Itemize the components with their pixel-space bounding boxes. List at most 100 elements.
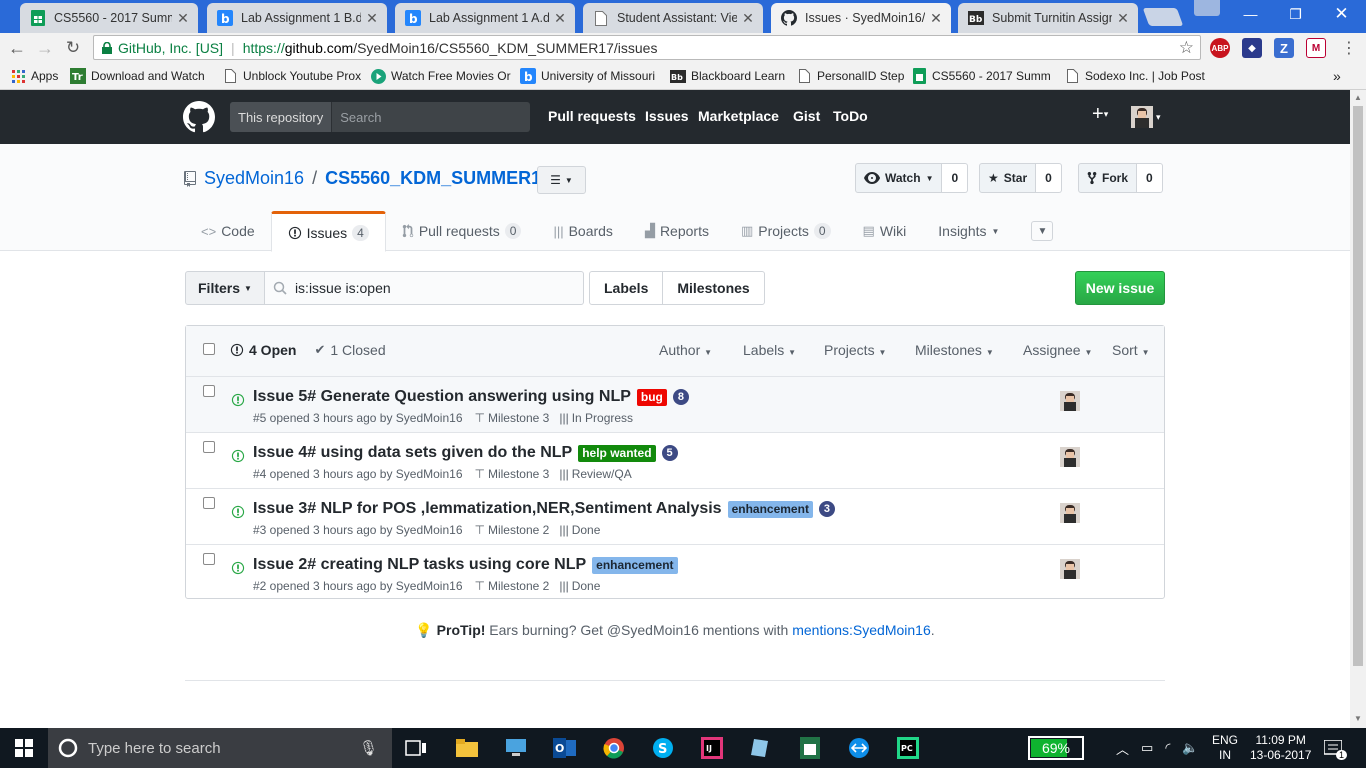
search-scope[interactable]: This repository	[230, 102, 333, 132]
browser-tab[interactable]: b Lab Assignment 1 B.doc ✕	[207, 3, 387, 33]
issue-project-column[interactable]: ||| Review/QA	[559, 467, 631, 481]
nav-pull-requests[interactable]: Pull requests	[548, 108, 636, 124]
pycharm-icon[interactable]: PC	[896, 736, 920, 760]
comment-count-badge[interactable]: 5	[661, 445, 678, 461]
star-count[interactable]: 0	[1036, 163, 1062, 193]
list-menu-button[interactable]: ☰ ▼	[537, 166, 586, 194]
site-search[interactable]: This repository Search	[230, 102, 530, 132]
skype-icon[interactable]: S	[651, 736, 675, 760]
notepad-icon[interactable]	[749, 736, 773, 760]
back-arrow-icon[interactable]: ←	[6, 37, 28, 59]
adblock-icon[interactable]: ABP	[1210, 38, 1230, 58]
issue-milestone[interactable]: ⊤ Milestone 3	[475, 411, 550, 425]
bookmark-item[interactable]: Unblock Youtube Prox	[222, 67, 361, 85]
issue-title-link[interactable]: Issue 4# using data sets given do the NL…	[253, 444, 572, 462]
action-center-icon[interactable]: 1	[1324, 728, 1348, 768]
chevron-up-icon[interactable]: ︿	[1116, 739, 1129, 758]
windows-start-icon[interactable]	[12, 736, 36, 760]
reload-icon[interactable]: ↻	[62, 37, 84, 59]
bookmark-item[interactable]: b University of Missouri	[520, 67, 655, 85]
new-tab-button[interactable]	[1142, 8, 1184, 26]
tab-code[interactable]: <> Code	[185, 211, 271, 251]
tab-insights[interactable]: Insights ▼	[922, 211, 1015, 251]
clock[interactable]: 11:09 PM 13-06-2017	[1250, 728, 1311, 768]
repo-owner-link[interactable]: SyedMoin16	[204, 168, 304, 189]
outlook-icon[interactable]: O	[553, 736, 577, 760]
issue-title-link[interactable]: Issue 5# Generate Question answering usi…	[253, 388, 631, 406]
issue-title-link[interactable]: Issue 2# creating NLP tasks using core N…	[253, 556, 586, 574]
extension-icon[interactable]: M	[1306, 38, 1326, 58]
new-issue-button[interactable]: New issue	[1075, 271, 1165, 305]
teamviewer-icon[interactable]	[847, 736, 871, 760]
issue-project-column[interactable]: ||| Done	[559, 579, 600, 593]
tab-projects[interactable]: ▥ Projects 0	[725, 211, 847, 251]
fork-button[interactable]: Fork	[1078, 163, 1138, 193]
close-tab-icon[interactable]: ✕	[929, 10, 943, 27]
create-new-plus-icon[interactable]: +▾	[1092, 103, 1108, 126]
tab-wiki[interactable]: ▤ Wiki	[847, 211, 923, 251]
filters-button[interactable]: Filters ▼	[185, 271, 265, 305]
address-bar[interactable]: GitHub, Inc. [US] | https://github.com/S…	[93, 35, 1201, 60]
chrome-icon[interactable]	[602, 736, 626, 760]
projects-filter[interactable]: Projects ▼	[824, 342, 886, 358]
issue-checkbox[interactable]	[203, 553, 215, 565]
milestones-filter[interactable]: Milestones ▼	[915, 342, 994, 358]
issue-checkbox[interactable]	[203, 441, 215, 453]
issue-milestone[interactable]: ⊤ Milestone 3	[475, 467, 550, 481]
issues-search-input[interactable]: is:issue is:open	[264, 271, 584, 305]
browser-tab[interactable]: Student Assistant: View ✕	[583, 3, 763, 33]
issue-row[interactable]: Issue 3# NLP for POS ,lemmatization,NER,…	[186, 489, 1164, 545]
bookmark-item[interactable]: Bb Blackboard Learn	[670, 67, 785, 85]
fork-count[interactable]: 0	[1137, 163, 1163, 193]
secure-badge[interactable]: GitHub, Inc. [US]	[94, 40, 223, 56]
wifi-icon[interactable]: ◜	[1165, 740, 1170, 756]
assignee-avatar[interactable]	[1060, 503, 1080, 523]
nav-issues[interactable]: Issues	[645, 108, 689, 124]
assignee-filter[interactable]: Assignee ▼	[1023, 342, 1092, 358]
issue-milestone[interactable]: ⊤ Milestone 2	[475, 579, 550, 593]
task-view-icon[interactable]	[404, 736, 428, 760]
scrollbar-thumb[interactable]	[1353, 106, 1363, 666]
assignee-avatar[interactable]	[1060, 391, 1080, 411]
star-button[interactable]: ★ Star	[979, 163, 1037, 193]
issue-row[interactable]: Issue 5# Generate Question answering usi…	[186, 377, 1164, 433]
chevron-down-icon[interactable]: ▾	[1156, 112, 1161, 123]
milestones-button[interactable]: Milestones	[663, 271, 765, 305]
bookmark-item[interactable]: Apps	[10, 67, 58, 85]
language-indicator[interactable]: ENG IN	[1212, 728, 1238, 768]
author-filter[interactable]: Author ▼	[659, 342, 712, 358]
close-tab-icon[interactable]: ✕	[176, 10, 190, 27]
avatar[interactable]	[1131, 106, 1153, 128]
battery-tray-icon[interactable]: ▭	[1141, 740, 1153, 756]
file-explorer-icon[interactable]	[455, 736, 479, 760]
more-bookmarks-icon[interactable]: »	[1333, 67, 1341, 85]
sheets-icon[interactable]	[798, 736, 822, 760]
close-tab-icon[interactable]: ✕	[553, 10, 567, 27]
issue-checkbox[interactable]	[203, 497, 215, 509]
bookmark-item[interactable]: CS5560 - 2017 Summ	[911, 67, 1051, 85]
bookmark-item[interactable]: Watch Free Movies Or	[370, 67, 511, 85]
taskbar-search[interactable]: Type here to search 🎙	[48, 728, 392, 768]
issue-title-link[interactable]: Issue 3# NLP for POS ,lemmatization,NER,…	[253, 500, 722, 518]
nav-todo[interactable]: ToDo	[833, 108, 868, 124]
watch-count[interactable]: 0	[942, 163, 969, 193]
github-logo-icon[interactable]	[183, 101, 215, 133]
close-tab-icon[interactable]: ✕	[1116, 10, 1130, 27]
volume-icon[interactable]: 🔈	[1182, 740, 1198, 756]
tab-issues[interactable]: Issues 4	[270, 211, 386, 252]
bookmark-item[interactable]: Tr Download and Watch	[70, 67, 205, 85]
tab-pull-requests[interactable]: Pull requests 0	[386, 211, 538, 251]
page-scrollbar[interactable]: ▲ ▼	[1350, 90, 1366, 728]
issue-project-column[interactable]: ||| Done	[559, 523, 600, 537]
maximize-icon[interactable]: ❐	[1273, 0, 1318, 28]
browser-tab[interactable]: Bb Submit Turnitin Assignm ✕	[958, 3, 1138, 33]
menu-kebab-icon[interactable]: ⋮	[1338, 37, 1360, 59]
repo-name-link[interactable]: CS5560_KDM_SUMMER17	[325, 168, 551, 189]
browser-tab[interactable]: CS5560 - 2017 Summer ✕	[20, 3, 198, 33]
issue-project-column[interactable]: ||| In Progress	[559, 411, 633, 425]
nav-marketplace[interactable]: Marketplace	[698, 108, 779, 124]
extension-icon[interactable]: ◆	[1242, 38, 1262, 58]
bookmark-star-icon[interactable]: ☆	[1179, 38, 1194, 58]
profile-icon[interactable]	[1194, 0, 1220, 16]
select-all-checkbox[interactable]	[203, 343, 215, 355]
